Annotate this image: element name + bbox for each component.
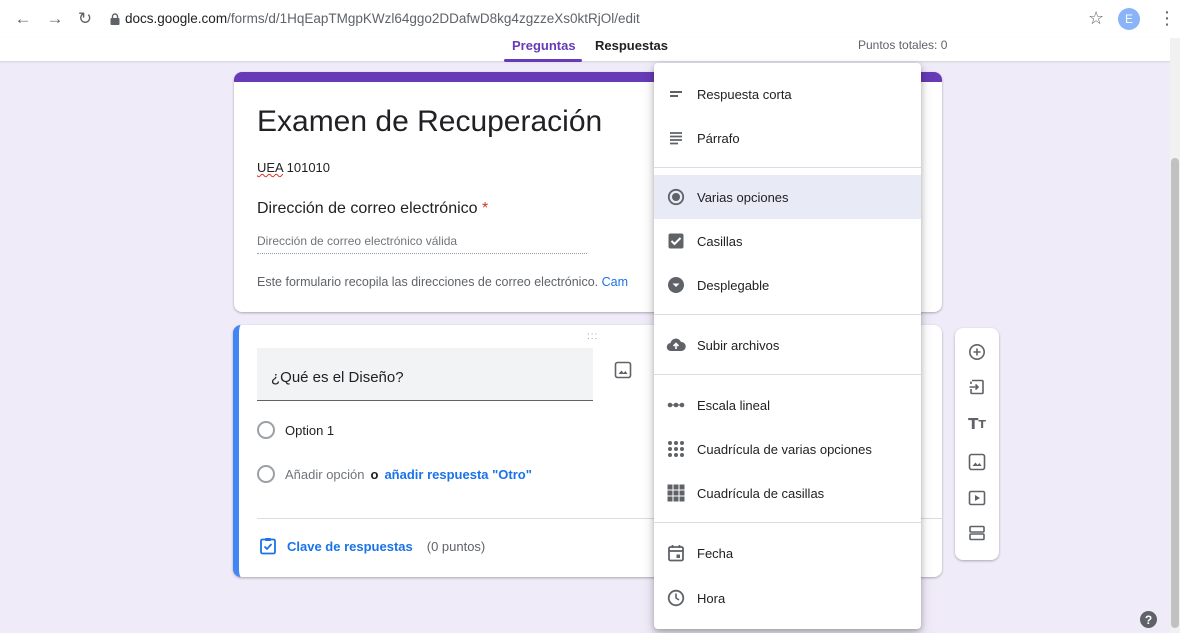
dropdown-icon <box>666 275 686 295</box>
question-title-input[interactable]: ¿Qué es el Diseño? <box>257 348 593 401</box>
menu-item-short-answer[interactable]: Respuesta corta <box>654 72 921 116</box>
menu-divider <box>654 314 921 315</box>
forms-header: Preguntas Respuestas Puntos totales: 0 <box>0 38 1170 62</box>
menu-item-linear-scale[interactable]: Escala lineal <box>654 383 921 427</box>
email-question-label: Dirección de correo electrónico * <box>257 200 488 218</box>
menu-item-file-upload[interactable]: Subir archivos <box>654 323 921 367</box>
email-collection-note: Este formulario recopila las direcciones… <box>257 275 628 289</box>
drag-handle-icon[interactable]: ::: <box>587 331 598 342</box>
menu-item-label: Fecha <box>697 545 734 561</box>
form-description-prefix: UEA <box>257 160 284 175</box>
option-row[interactable]: Option 1 <box>257 421 334 439</box>
title-text-icon[interactable]: TT <box>967 414 987 434</box>
menu-item-multiple-choice-grid[interactable]: Cuadrícula de varias opciones <box>654 427 921 471</box>
image-icon[interactable] <box>967 452 987 472</box>
radio-icon <box>257 465 275 483</box>
option-label[interactable]: Option 1 <box>285 423 334 438</box>
scroll-thumb[interactable] <box>1171 158 1179 628</box>
total-points: Puntos totales: 0 <box>858 38 948 52</box>
or-text: o <box>370 466 379 482</box>
form-title[interactable]: Examen de Recuperación <box>257 105 602 139</box>
menu-item-label: Cuadrícula de casillas <box>697 485 825 501</box>
menu-item-label: Párrafo <box>697 130 740 146</box>
menu-item-label: Respuesta corta <box>697 86 792 102</box>
radio-selected-icon <box>666 187 686 207</box>
url-host: docs.google.com <box>125 11 228 26</box>
more-options-icon[interactable]: ⋮ <box>1158 8 1176 29</box>
answer-key-button[interactable]: Clave de respuestas <box>287 539 413 554</box>
email-label-text: Dirección de correo electrónico <box>257 200 478 217</box>
add-other-button[interactable]: añadir respuesta "Otro" <box>384 467 531 482</box>
menu-item-label: Hora <box>697 590 726 606</box>
side-toolbar: TT <box>955 328 999 560</box>
section-icon[interactable] <box>967 523 987 543</box>
bookmark-star-icon[interactable]: ☆ <box>1088 8 1104 29</box>
help-icon[interactable]: ? <box>1140 611 1157 628</box>
browser-toolbar: ← → ↻ docs.google.com/forms/d/1HqEapTMgp… <box>0 0 1180 38</box>
clock-icon <box>666 588 686 608</box>
back-icon[interactable]: ← <box>10 6 36 32</box>
menu-item-time[interactable]: Hora <box>654 576 921 620</box>
menu-divider <box>654 522 921 523</box>
menu-item-dropdown[interactable]: Desplegable <box>654 263 921 307</box>
tab-responses[interactable]: Respuestas <box>595 38 668 53</box>
active-tab-indicator <box>504 59 582 62</box>
question-type-menu: Respuesta corta Párrafo Varias opciones … <box>654 63 921 629</box>
email-placeholder: Dirección de correo electrónico válida <box>257 234 458 248</box>
email-underline <box>257 253 587 254</box>
reload-icon[interactable]: ↻ <box>72 6 98 32</box>
short-answer-icon <box>666 84 686 104</box>
menu-item-label: Varias opciones <box>697 189 789 205</box>
cloud-upload-icon <box>666 335 686 355</box>
menu-item-multiple-choice[interactable]: Varias opciones <box>654 175 921 219</box>
forward-icon[interactable]: → <box>42 6 68 32</box>
form-description[interactable]: UEA 101010 <box>257 160 330 175</box>
menu-item-label: Escala lineal <box>697 397 770 413</box>
url-path: /forms/d/1HqEapTMgpKWzl64ggo2DDafwD8kg4z… <box>227 11 640 26</box>
form-description-rest: 101010 <box>283 160 331 175</box>
menu-item-label: Desplegable <box>697 277 770 293</box>
menu-divider <box>654 374 921 375</box>
import-icon[interactable] <box>967 377 987 397</box>
grid-dots-icon <box>666 439 686 459</box>
tab-questions[interactable]: Preguntas <box>512 38 576 53</box>
address-bar[interactable]: docs.google.com/forms/d/1HqEapTMgpKWzl64… <box>125 11 640 26</box>
email-note-text: Este formulario recopila las direcciones… <box>257 275 599 289</box>
add-option-button[interactable]: Añadir opción <box>285 467 365 482</box>
change-settings-link[interactable]: Cam <box>602 275 628 289</box>
avatar[interactable]: E <box>1118 8 1140 30</box>
checkbox-icon <box>666 231 686 251</box>
menu-item-date[interactable]: Fecha <box>654 531 921 575</box>
linear-scale-icon <box>666 395 686 415</box>
question-points: (0 puntos) <box>426 538 486 554</box>
lock-icon <box>110 13 120 25</box>
calendar-icon <box>666 543 686 563</box>
menu-divider <box>654 167 921 168</box>
grid-squares-icon <box>666 483 686 503</box>
required-asterisk: * <box>482 200 489 217</box>
menu-item-checkbox-grid[interactable]: Cuadrícula de casillas <box>654 471 921 515</box>
menu-item-label: Subir archivos <box>697 337 780 353</box>
menu-item-label: Cuadrícula de varias opciones <box>697 441 872 457</box>
menu-item-paragraph[interactable]: Párrafo <box>654 116 921 160</box>
add-image-icon[interactable] <box>614 361 632 379</box>
add-option-row: Añadir opción o añadir respuesta "Otro" <box>257 465 532 483</box>
menu-item-checkboxes[interactable]: Casillas <box>654 219 921 263</box>
radio-icon <box>257 421 275 439</box>
add-question-icon[interactable] <box>967 342 987 362</box>
clipboard-check-icon <box>260 538 276 555</box>
answer-key-row[interactable]: Clave de respuestas (0 puntos) <box>259 537 485 555</box>
video-icon[interactable] <box>967 488 987 508</box>
question-title-text: ¿Qué es el Diseño? <box>271 369 404 386</box>
menu-item-label: Casillas <box>697 233 743 249</box>
scrollbar[interactable] <box>1170 38 1180 633</box>
paragraph-icon <box>666 128 686 148</box>
